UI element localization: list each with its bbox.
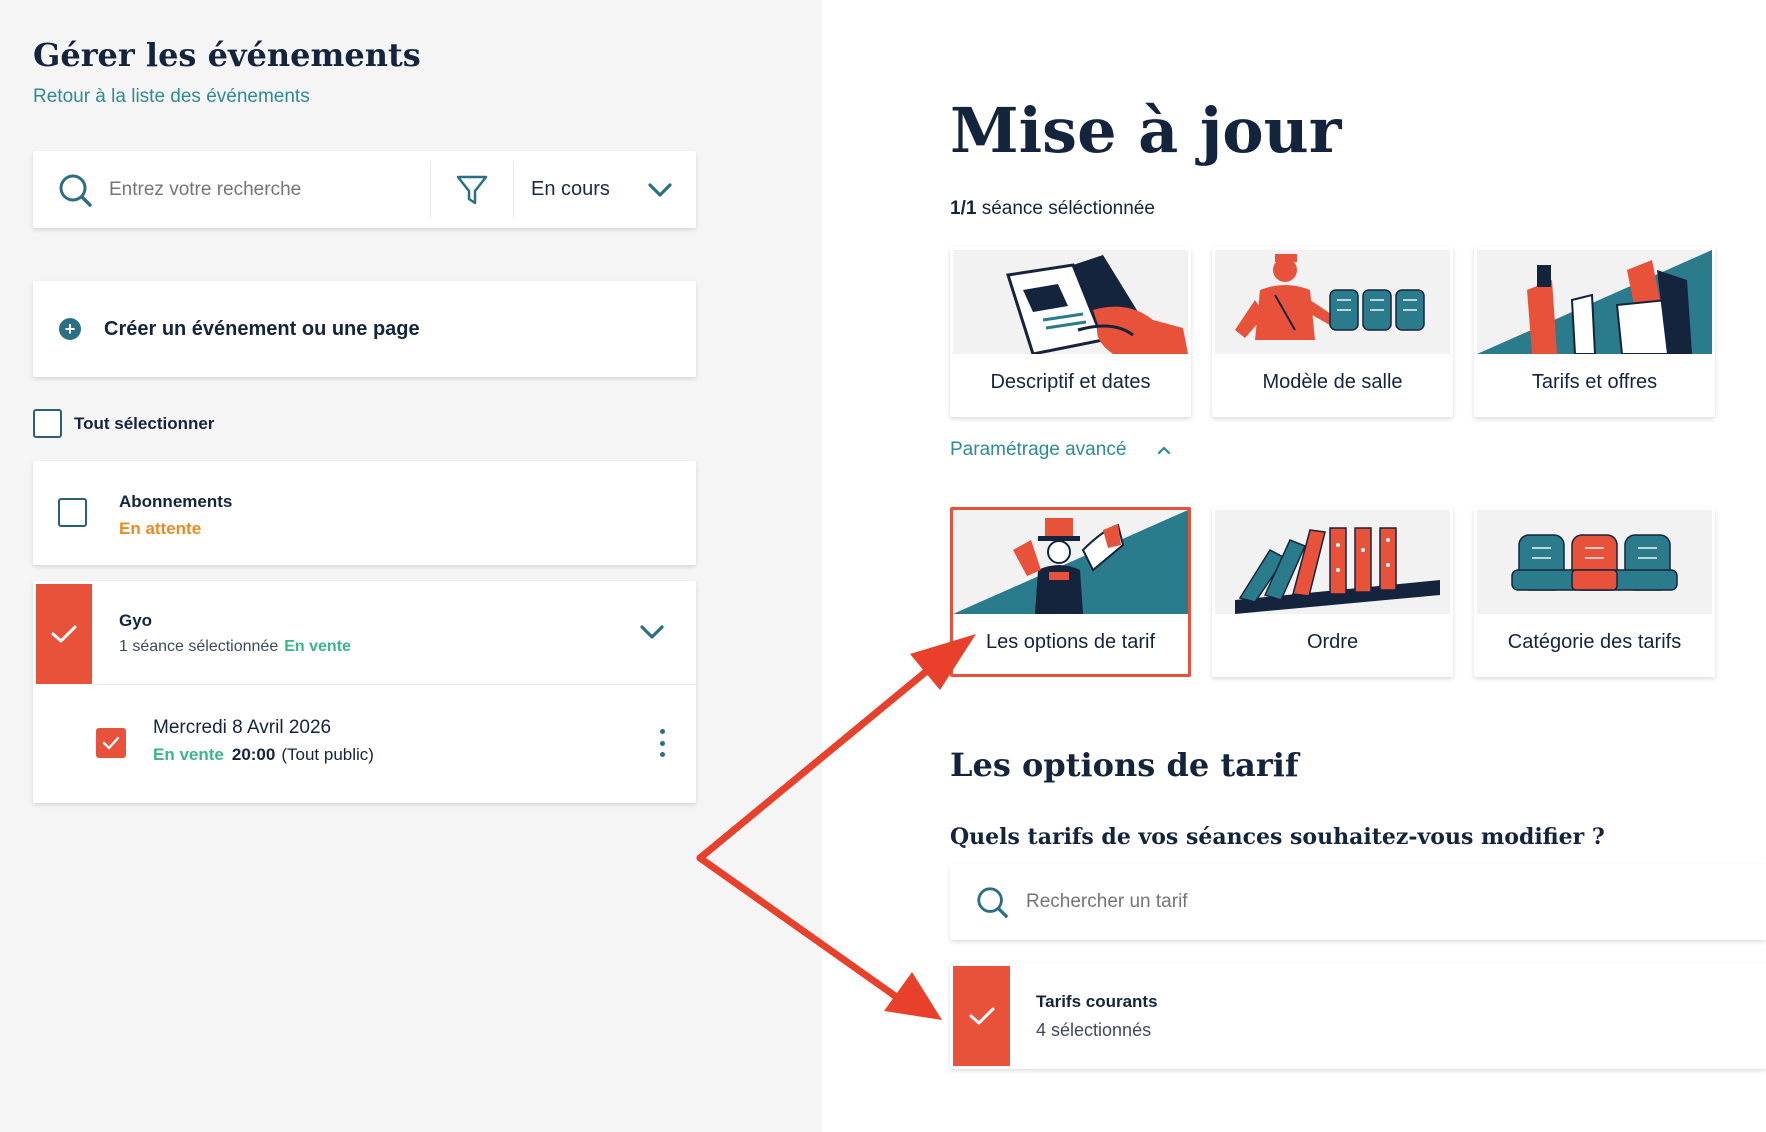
chevron-down-icon[interactable] bbox=[645, 175, 675, 205]
tile-categorie-tarifs[interactable]: Catégorie des tarifs bbox=[1474, 507, 1715, 677]
event-search-input[interactable] bbox=[109, 178, 429, 201]
event-sessions-info: 1 séance sélectionnée En vente bbox=[119, 638, 351, 656]
tile-options-tarif[interactable]: Les options de tarif bbox=[950, 507, 1191, 677]
event-item-gyo[interactable]: Gyo 1 séance sélectionnée En vente Mercre… bbox=[33, 581, 696, 803]
tile-label: Catégorie des tarifs bbox=[1507, 631, 1682, 653]
magician-illustration-icon bbox=[953, 510, 1188, 614]
check-icon bbox=[102, 736, 120, 750]
search-icon bbox=[59, 174, 92, 207]
tile-label: Les options de tarif bbox=[986, 631, 1155, 653]
status-filter-select[interactable]: En cours bbox=[531, 178, 610, 201]
event-name: Gyo bbox=[119, 611, 153, 630]
create-event-button[interactable]: + Créer un événement ou une page bbox=[33, 281, 696, 377]
section-title: Les options de tarif bbox=[950, 746, 1299, 784]
divider bbox=[92, 684, 696, 685]
tarif-group-name: Tarifs courants bbox=[1036, 992, 1158, 1011]
divider bbox=[430, 161, 431, 218]
magazine-illustration-icon bbox=[953, 250, 1188, 354]
tarif-group-count: 4 sélectionnés bbox=[1036, 1020, 1152, 1040]
sidebar-title: Gérer les événements bbox=[33, 36, 421, 74]
filter-icon[interactable] bbox=[453, 171, 491, 209]
event-search-bar: En cours bbox=[33, 151, 696, 228]
tarif-search-bar bbox=[950, 864, 1766, 940]
divider bbox=[513, 161, 514, 218]
select-all-checkbox[interactable] bbox=[33, 409, 62, 438]
tile-descriptif-dates[interactable]: Descriptif et dates bbox=[950, 247, 1191, 417]
selection-summary: 1/1 séance séléctionnée bbox=[950, 198, 1155, 220]
session-audience: (Tout public) bbox=[281, 745, 374, 764]
event-status: En attente bbox=[119, 519, 202, 538]
event-checkbox[interactable] bbox=[58, 498, 87, 527]
advanced-settings-toggle[interactable]: Paramétrage avancé bbox=[950, 439, 1126, 461]
page-title: Mise à jour bbox=[950, 94, 1342, 167]
back-to-events-link[interactable]: Retour à la liste des événements bbox=[33, 86, 310, 108]
section-question: Quels tarifs de vos séances souhaitez-vo… bbox=[950, 824, 1605, 850]
tile-label: Modèle de salle bbox=[1262, 371, 1403, 393]
tile-label: Descriptif et dates bbox=[990, 371, 1151, 393]
session-date: Mercredi 8 Avril 2026 bbox=[153, 717, 332, 738]
tile-label: Ordre bbox=[1306, 631, 1359, 653]
tarif-group-checkbox-checked[interactable] bbox=[953, 966, 1010, 1066]
sessions-selected-text: 1 séance sélectionnée bbox=[119, 638, 279, 655]
selection-count: 1/1 bbox=[950, 198, 977, 219]
chevron-down-icon[interactable] bbox=[637, 617, 667, 647]
event-checkbox-checked[interactable] bbox=[36, 584, 92, 684]
usher-seats-illustration-icon bbox=[1215, 250, 1450, 354]
tile-tarifs-offres[interactable]: Tarifs et offres bbox=[1474, 247, 1715, 417]
event-item-abonnements[interactable]: Abonnements En attente bbox=[33, 461, 696, 565]
seats-illustration-icon bbox=[1477, 510, 1712, 614]
check-icon bbox=[51, 625, 77, 643]
tile-label: Tarifs et offres bbox=[1531, 371, 1658, 393]
more-options-icon[interactable] bbox=[657, 729, 667, 757]
events-sidebar: Gérer les événements Retour à la liste d… bbox=[0, 0, 822, 1132]
check-icon bbox=[969, 1007, 994, 1025]
tile-ordre[interactable]: Ordre bbox=[1212, 507, 1453, 677]
dominoes-illustration-icon bbox=[1215, 510, 1450, 614]
event-status: En vente bbox=[284, 638, 351, 655]
select-all-label: Tout sélectionner bbox=[74, 413, 215, 433]
tile-modele-salle[interactable]: Modèle de salle bbox=[1212, 247, 1453, 417]
create-event-label: Créer un événement ou une page bbox=[104, 317, 420, 340]
session-checkbox-checked[interactable] bbox=[96, 728, 126, 758]
tickets-hands-illustration-icon bbox=[1477, 250, 1712, 354]
session-time: 20:00 bbox=[231, 745, 276, 764]
search-icon bbox=[977, 887, 1008, 918]
session-status: En vente bbox=[153, 745, 224, 764]
chevron-up-icon[interactable] bbox=[1155, 441, 1173, 459]
selection-text: séance séléctionnée bbox=[981, 198, 1155, 219]
event-name: Abonnements bbox=[119, 492, 233, 511]
tarif-search-input[interactable] bbox=[1026, 891, 1426, 913]
session-details: En vente 20:00 (Tout public) bbox=[153, 745, 374, 765]
select-all[interactable]: Tout sélectionner bbox=[33, 409, 214, 438]
plus-circle-icon: + bbox=[59, 318, 81, 340]
tarif-group-courants[interactable]: Tarifs courants 4 sélectionnés bbox=[950, 963, 1766, 1069]
